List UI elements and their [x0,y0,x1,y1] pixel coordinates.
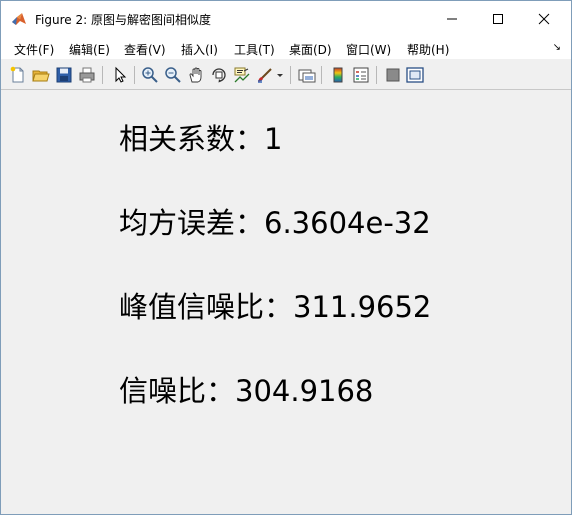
link-plot-icon[interactable] [298,66,316,84]
new-figure-icon[interactable] [9,66,27,84]
hide-plot-tools-icon[interactable] [384,66,402,84]
zoom-out-icon[interactable] [164,66,182,84]
correlation-coefficient-text: 相关系数：1 [119,122,283,156]
figure-window: Figure 2: 原图与解密图间相似度 文件(F) 编辑(E) 查看(V) 插… [0,0,572,515]
toolbar-separator [134,66,135,84]
peak-snr-text: 峰值信噪比：311.9652 [119,290,432,324]
menu-insert[interactable]: 插入(I) [181,41,218,58]
save-icon[interactable] [55,66,73,84]
data-cursor-icon[interactable] [233,66,251,84]
maximize-icon [493,14,503,24]
insert-colorbar-icon[interactable] [329,66,347,84]
close-button[interactable] [521,1,567,37]
menu-tools[interactable]: 工具(T) [234,41,275,58]
menu-file[interactable]: 文件(F) [14,41,54,58]
toolbar-separator [321,66,322,84]
menu-edit[interactable]: 编辑(E) [69,41,110,58]
insert-legend-icon[interactable] [352,66,370,84]
title-bar: Figure 2: 原图与解密图间相似度 [1,1,571,37]
snr-text: 信噪比：304.9168 [119,374,374,408]
pan-icon[interactable] [187,66,205,84]
toolbar-separator [376,66,377,84]
print-icon[interactable] [78,66,96,84]
menu-bar: 文件(F) 编辑(E) 查看(V) 插入(I) 工具(T) 桌面(D) 窗口(W… [1,37,571,59]
menu-view[interactable]: 查看(V) [124,41,166,58]
figure-canvas: 相关系数：1 均方误差：6.3604e-32 峰值信噪比：311.9652 信噪… [1,90,571,514]
select-pointer-icon[interactable] [111,66,129,84]
figure-toolbar [1,61,571,90]
brush-icon[interactable] [256,66,274,84]
rotate-3d-icon[interactable] [210,66,228,84]
brush-dropdown-icon[interactable] [276,66,284,84]
matlab-logo-icon [12,13,26,25]
minimize-icon [447,18,457,20]
zoom-in-icon[interactable] [141,66,159,84]
show-plot-tools-icon[interactable] [406,66,424,84]
minimize-button[interactable] [429,1,475,37]
menu-help[interactable]: 帮助(H) [407,41,449,58]
toolbar-separator [102,66,103,84]
mean-squared-error-text: 均方误差：6.3604e-32 [119,206,431,240]
close-icon [538,13,550,25]
dock-figure-icon[interactable]: ↘ [553,42,561,53]
open-icon[interactable] [32,66,50,84]
menu-window[interactable]: 窗口(W) [346,41,391,58]
toolbar-separator [290,66,291,84]
window-title: Figure 2: 原图与解密图间相似度 [35,13,211,27]
menu-desktop[interactable]: 桌面(D) [289,41,332,58]
maximize-button[interactable] [475,1,521,37]
